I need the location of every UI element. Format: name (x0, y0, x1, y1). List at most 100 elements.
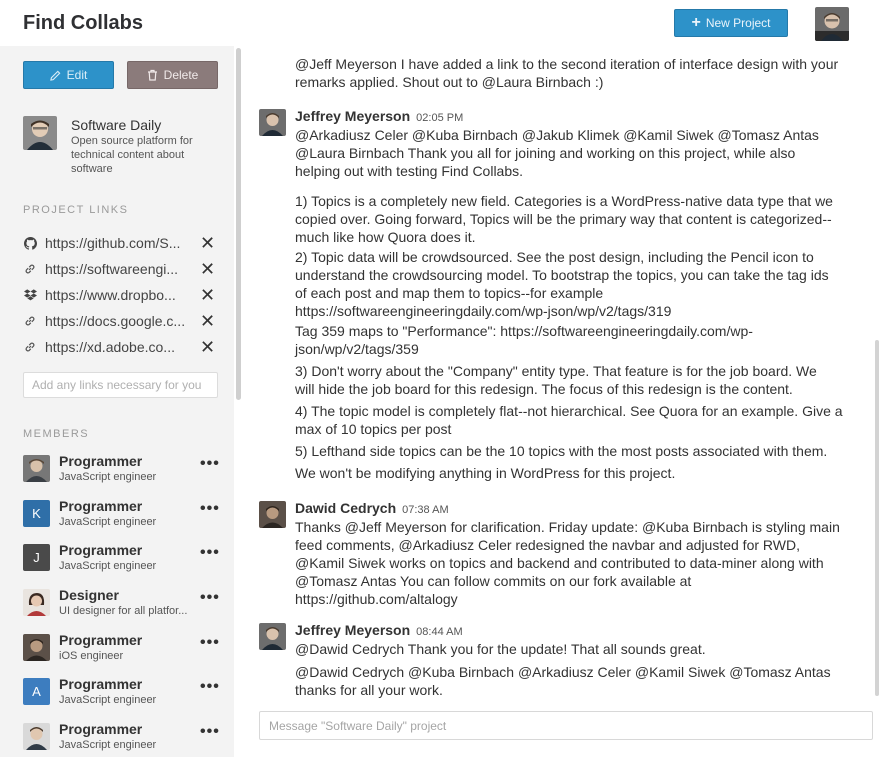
remove-link-icon[interactable]: ✕ (200, 312, 215, 330)
sidebar: Edit Delete Software Daily Open source p… (0, 46, 234, 757)
remove-link-icon[interactable]: ✕ (200, 338, 215, 356)
remove-link-icon[interactable]: ✕ (200, 260, 215, 278)
member-item[interactable]: Programmer JavaScript engineer ••• (23, 452, 223, 497)
top-bar: Find Collabs + New Project (0, 0, 880, 46)
member-description: UI designer for all platfor... (59, 605, 188, 618)
member-description: JavaScript engineer (59, 515, 157, 528)
member-description: JavaScript engineer (59, 471, 157, 483)
project-links-list: https://github.com/S... ✕ https://softwa… (23, 230, 223, 360)
chat-scrollbar[interactable] (875, 340, 879, 696)
delete-button[interactable]: Delete (127, 61, 218, 89)
message-author[interactable]: Jeffrey Meyerson (295, 108, 410, 124)
member-menu-icon[interactable]: ••• (200, 723, 220, 741)
link-icon (23, 314, 37, 328)
member-description: iOS engineer (59, 649, 124, 662)
member-item[interactable]: A Programmer JavaScript engineer ••• (23, 675, 223, 720)
member-description: JavaScript engineer (59, 694, 157, 707)
add-link-input[interactable] (23, 372, 218, 398)
new-project-button[interactable]: + New Project (674, 9, 788, 37)
message-text: 2) Topic data will be crowdsourced. See … (295, 249, 829, 319)
member-photo-icon (23, 589, 50, 617)
project-link[interactable]: https://www.dropbo... ✕ (23, 282, 223, 308)
member-role: Programmer (59, 542, 143, 559)
member-menu-icon[interactable]: ••• (200, 544, 220, 562)
member-avatar (23, 455, 50, 482)
message-author[interactable]: Dawid Cedrych (295, 500, 396, 516)
member-item[interactable]: Designer UI designer for all platfor... … (23, 586, 223, 631)
member-role: Programmer (59, 721, 143, 738)
member-role: Programmer (59, 676, 143, 693)
project-links-heading: PROJECT LINKS (23, 204, 129, 216)
sidebar-scrollbar[interactable] (236, 48, 241, 400)
member-menu-icon[interactable]: ••• (200, 634, 220, 652)
message-text: 5) Lefthand side topics can be the 10 to… (295, 443, 828, 459)
edit-label: Edit (66, 68, 88, 82)
member-initial: K (32, 505, 41, 521)
remove-link-icon[interactable]: ✕ (200, 286, 215, 304)
message-header: Dawid Cedrych 07:38 AM (295, 500, 449, 516)
message-avatar[interactable] (259, 109, 286, 136)
message-composer-input[interactable] (259, 711, 873, 740)
project-link-url: https://www.dropbo... (45, 287, 176, 303)
project-photo-icon (23, 116, 57, 150)
member-item[interactable]: K Programmer JavaScript engineer ••• (23, 497, 223, 542)
project-avatar (23, 116, 57, 150)
message-text: 1) Topics is a completely new field. Cat… (295, 193, 833, 245)
user-photo-icon (815, 7, 849, 41)
member-initial: J (33, 550, 40, 566)
github-icon (23, 236, 37, 250)
member-menu-icon[interactable]: ••• (200, 455, 220, 473)
message-author[interactable]: Jeffrey Meyerson (295, 622, 410, 638)
project-link-url: https://docs.google.c... (45, 313, 186, 329)
link-icon (23, 262, 37, 276)
message-text: @Arkadiusz Celer @Kuba Birnbach @Jakub K… (295, 127, 819, 179)
member-avatar: A (23, 678, 50, 706)
member-photo-icon (23, 633, 50, 661)
member-avatar (23, 723, 50, 751)
members-list: Programmer JavaScript engineer ••• K Pro… (23, 452, 223, 757)
message-header: Jeffrey Meyerson 02:05 PM (295, 108, 463, 124)
member-description: JavaScript engineer (59, 560, 157, 573)
member-item[interactable]: Programmer JavaScript engineer ••• (23, 720, 223, 757)
dropbox-icon (23, 288, 37, 302)
project-link[interactable]: https://docs.google.c... ✕ (23, 308, 223, 334)
delete-label: Delete (163, 68, 199, 82)
message-text: Tag 359 maps to "Performance": https://s… (295, 323, 753, 357)
member-role: Programmer (59, 497, 143, 514)
member-menu-icon[interactable]: ••• (200, 678, 220, 696)
user-avatar[interactable] (815, 7, 849, 41)
author-photo-icon (259, 623, 286, 650)
project-link-url: https://github.com/S... (45, 235, 181, 251)
member-item[interactable]: J Programmer JavaScript engineer ••• (23, 541, 223, 586)
member-menu-icon[interactable]: ••• (200, 500, 220, 518)
member-item[interactable]: Programmer iOS engineer ••• (23, 631, 223, 676)
project-link-url: https://xd.adobe.co... (45, 339, 175, 355)
message-text: 3) Don't worry about the "Company" entit… (295, 363, 817, 397)
message-text: 4) The topic model is completely flat--n… (295, 403, 843, 437)
project-link[interactable]: https://softwareengi... ✕ (23, 256, 223, 282)
link-icon (23, 340, 37, 354)
remove-link-icon[interactable]: ✕ (200, 234, 215, 252)
plus-icon: + (691, 13, 701, 31)
message-text: Thanks @Jeff Meyerson for clarification.… (295, 519, 840, 607)
project-link[interactable]: https://xd.adobe.co... ✕ (23, 334, 223, 360)
message-avatar[interactable] (259, 623, 286, 650)
message-time: 08:44 AM (416, 626, 463, 638)
edit-button[interactable]: Edit (23, 61, 114, 89)
app-title: Find Collabs (23, 12, 143, 34)
member-role: Programmer (59, 631, 143, 648)
message-avatar[interactable] (259, 501, 286, 528)
new-project-label: New Project (705, 16, 771, 30)
project-link[interactable]: https://github.com/S... ✕ (23, 230, 223, 256)
trash-icon (147, 69, 157, 81)
member-avatar (23, 633, 50, 661)
message-text: @Dawid Cedrych @Kuba Birnbach @Arkadiusz… (295, 664, 831, 698)
member-photo-icon (23, 723, 50, 751)
member-menu-icon[interactable]: ••• (200, 589, 220, 607)
message-text: @Jeff Meyerson I have added a link to th… (295, 56, 839, 90)
member-avatar: K (23, 499, 50, 527)
member-initial: A (32, 684, 41, 700)
message-time: 02:05 PM (416, 112, 464, 124)
member-avatar (23, 589, 50, 617)
member-avatar: J (23, 544, 50, 572)
